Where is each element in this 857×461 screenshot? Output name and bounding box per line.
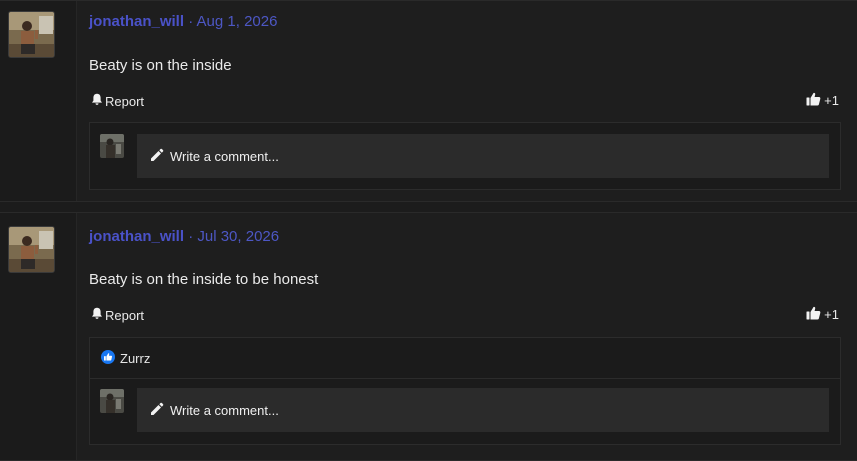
thumbs-up-icon: [806, 92, 821, 109]
bell-icon: [91, 307, 103, 323]
like-button[interactable]: +1: [806, 92, 839, 109]
comment-input[interactable]: Write a comment...: [137, 388, 829, 432]
meta-separator: ·: [188, 13, 194, 30]
bell-icon: [91, 93, 103, 109]
comment-section: Zurrz Write a comment...: [89, 337, 841, 445]
post-meta: jonathan_will · Aug 1, 2026: [89, 13, 277, 31]
post-text: Beaty is on the inside: [89, 57, 232, 74]
reaction-user[interactable]: Zurrz: [120, 351, 150, 366]
post: jonathan_will · Jul 30, 2026 Beaty is on…: [0, 212, 857, 461]
report-button[interactable]: Report: [91, 93, 144, 109]
thumbs-up-reaction-icon: [101, 349, 115, 367]
report-label: Report: [105, 307, 145, 323]
post-gutter: [0, 213, 77, 460]
reactions-row[interactable]: Zurrz: [90, 338, 840, 379]
comment-section: Write a comment...: [89, 122, 841, 190]
post-date[interactable]: Aug 1, 2026: [197, 13, 278, 30]
author-avatar[interactable]: [8, 226, 55, 273]
report-label: Report: [105, 93, 145, 109]
author-avatar[interactable]: [8, 11, 55, 58]
post-content: jonathan_will · Jul 30, 2026 Beaty is on…: [77, 213, 857, 460]
current-user-avatar: [100, 134, 124, 158]
post-date[interactable]: Jul 30, 2026: [197, 228, 279, 245]
like-button[interactable]: +1: [806, 306, 839, 323]
current-user-avatar: [100, 389, 124, 413]
post: jonathan_will · Aug 1, 2026 Beaty is on …: [0, 0, 857, 202]
post-gutter: [0, 1, 77, 201]
report-button[interactable]: Report: [91, 307, 144, 323]
comment-input[interactable]: Write a comment...: [137, 134, 829, 178]
pencil-icon: [150, 402, 164, 419]
author-username[interactable]: jonathan_will: [89, 13, 184, 30]
comment-placeholder: Write a comment...: [170, 402, 279, 418]
pencil-icon: [150, 148, 164, 165]
author-username[interactable]: jonathan_will: [89, 228, 184, 245]
comment-placeholder: Write a comment...: [170, 148, 279, 164]
meta-separator: ·: [188, 228, 194, 245]
like-count: +1: [824, 307, 839, 322]
post-content: jonathan_will · Aug 1, 2026 Beaty is on …: [77, 1, 857, 201]
post-meta: jonathan_will · Jul 30, 2026: [89, 228, 279, 246]
thumbs-up-icon: [806, 306, 821, 323]
post-text: Beaty is on the inside to be honest: [89, 271, 319, 288]
like-count: +1: [824, 93, 839, 108]
